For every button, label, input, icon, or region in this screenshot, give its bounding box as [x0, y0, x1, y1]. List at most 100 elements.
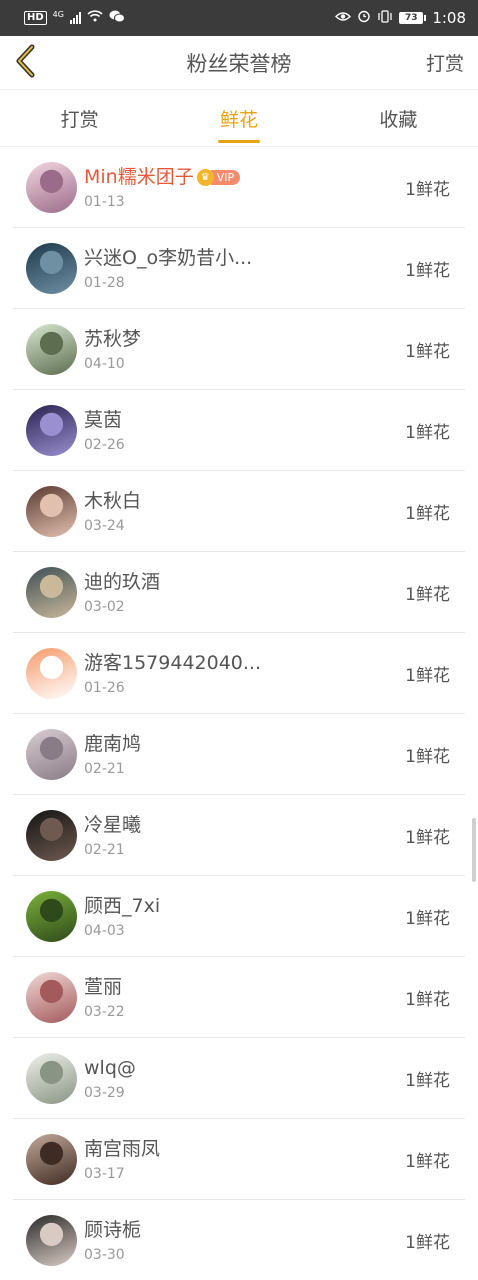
signal-icon — [69, 12, 81, 24]
fan-name[interactable]: 顾诗栀 — [84, 1218, 141, 1242]
fan-info: 苏秋梦 04-10 — [84, 327, 405, 372]
fan-info: 南宫雨凤 03-17 — [84, 1137, 405, 1182]
fan-name[interactable]: 顾西_7xi — [84, 894, 160, 918]
gift-date: 03-22 — [84, 1004, 125, 1020]
gift-date: 01-13 — [84, 194, 125, 210]
fan-name[interactable]: 萱丽 — [84, 975, 122, 999]
fan-name[interactable]: Min糯米团子 — [84, 165, 194, 189]
list-item[interactable]: 兴迷O_o李奶昔小... 01-28 1鲜花 — [0, 228, 478, 309]
gift-date: 03-30 — [84, 1247, 125, 1263]
status-bar: HD 4G 73 1:08 — [0, 0, 478, 36]
name-row: 木秋白 — [84, 489, 405, 513]
fan-name[interactable]: 苏秋梦 — [84, 327, 141, 351]
scrollbar[interactable] — [472, 818, 476, 882]
list-item[interactable]: 迪的玖酒 03-02 1鲜花 — [0, 552, 478, 633]
back-button[interactable] — [0, 36, 50, 90]
name-row: 鹿南鸠 — [84, 732, 405, 756]
name-row: 莫茵 — [84, 408, 405, 432]
avatar[interactable] — [26, 729, 77, 780]
flower-count: 1鲜花 — [405, 180, 450, 200]
list-item[interactable]: wlq@ 03-29 1鲜花 — [0, 1038, 478, 1119]
list-item[interactable]: 木秋白 03-24 1鲜花 — [0, 471, 478, 552]
gift-date: 03-24 — [84, 518, 125, 534]
vibrate-icon — [377, 9, 393, 27]
list-item[interactable]: Min糯米团子 ♛ VIP 01-13 1鲜花 — [0, 147, 478, 228]
flower-count: 1鲜花 — [405, 423, 450, 443]
avatar[interactable] — [26, 648, 77, 699]
fan-name[interactable]: 南宫雨凤 — [84, 1137, 160, 1161]
fan-info: 鹿南鸠 02-21 — [84, 732, 405, 777]
avatar[interactable] — [26, 405, 77, 456]
avatar[interactable] — [26, 324, 77, 375]
avatar[interactable] — [26, 1053, 77, 1104]
list-item[interactable]: 南宫雨凤 03-17 1鲜花 — [0, 1119, 478, 1200]
name-row: 顾西_7xi — [84, 894, 405, 918]
flower-count: 1鲜花 — [405, 504, 450, 524]
gift-date: 03-17 — [84, 1166, 125, 1182]
tab-flowers[interactable]: 鲜花 — [159, 90, 318, 146]
gift-date: 02-26 — [84, 437, 125, 453]
name-row: Min糯米团子 ♛ VIP — [84, 165, 405, 189]
fan-ranking-list: Min糯米团子 ♛ VIP 01-13 1鲜花 兴迷O_o李奶昔小... 01-28 1鲜花苏… — [0, 147, 478, 1280]
fan-info: 迪的玖酒 03-02 — [84, 570, 405, 615]
avatar[interactable] — [26, 1215, 77, 1266]
avatar[interactable] — [26, 891, 77, 942]
list-item[interactable]: 顾诗栀 03-30 1鲜花 — [0, 1200, 478, 1280]
avatar[interactable] — [26, 972, 77, 1023]
fan-name[interactable]: 鹿南鸠 — [84, 732, 141, 756]
battery-level: 73 — [399, 12, 424, 24]
list-item[interactable]: 苏秋梦 04-10 1鲜花 — [0, 309, 478, 390]
vip-label: VIP — [210, 169, 241, 185]
reward-button[interactable]: 打赏 — [426, 49, 478, 76]
battery-icon: 73 — [399, 12, 427, 24]
gift-date: 03-02 — [84, 599, 125, 615]
fan-info: 木秋白 03-24 — [84, 489, 405, 534]
avatar[interactable] — [26, 1134, 77, 1185]
avatar[interactable] — [26, 243, 77, 294]
avatar[interactable] — [26, 810, 77, 861]
network-type-label: 4G — [52, 9, 64, 19]
name-row: 苏秋梦 — [84, 327, 405, 351]
name-row: 萱丽 — [84, 975, 405, 999]
fan-info: 莫茵 02-26 — [84, 408, 405, 453]
name-row: 游客1579442040... — [84, 651, 405, 675]
wechat-icon — [109, 10, 125, 27]
fan-name[interactable]: 冷星曦 — [84, 813, 141, 837]
fan-name[interactable]: 莫茵 — [84, 408, 122, 432]
fan-info: 顾西_7xi 04-03 — [84, 894, 405, 939]
fan-name[interactable]: 木秋白 — [84, 489, 141, 513]
fan-info: 冷星曦 02-21 — [84, 813, 405, 858]
gift-date: 01-28 — [84, 275, 125, 291]
gift-date: 04-10 — [84, 356, 125, 372]
fan-name[interactable]: 迪的玖酒 — [84, 570, 160, 594]
clock-time: 1:08 — [432, 9, 466, 27]
fan-name[interactable]: wlq@ — [84, 1056, 136, 1080]
list-item[interactable]: 萱丽 03-22 1鲜花 — [0, 957, 478, 1038]
name-row: 迪的玖酒 — [84, 570, 405, 594]
name-row: 顾诗栀 — [84, 1218, 405, 1242]
tab-favorites[interactable]: 收藏 — [319, 90, 478, 146]
fan-name[interactable]: 兴迷O_o李奶昔小... — [84, 246, 252, 270]
status-bar-right: 73 1:08 — [335, 9, 466, 27]
name-row: 冷星曦 — [84, 813, 405, 837]
list-item[interactable]: 游客1579442040... 01-26 1鲜花 — [0, 633, 478, 714]
list-item[interactable]: 顾西_7xi 04-03 1鲜花 — [0, 876, 478, 957]
list-item[interactable]: 鹿南鸠 02-21 1鲜花 — [0, 714, 478, 795]
fan-info: 萱丽 03-22 — [84, 975, 405, 1020]
avatar[interactable] — [26, 567, 77, 618]
flower-count: 1鲜花 — [405, 261, 450, 281]
flower-count: 1鲜花 — [405, 1071, 450, 1091]
avatar[interactable] — [26, 486, 77, 537]
name-row: wlq@ — [84, 1056, 405, 1080]
avatar[interactable] — [26, 162, 77, 213]
flower-count: 1鲜花 — [405, 585, 450, 605]
tab-reward[interactable]: 打赏 — [0, 90, 159, 146]
flower-count: 1鲜花 — [405, 666, 450, 686]
flower-count: 1鲜花 — [405, 1233, 450, 1253]
crown-icon: ♛ — [196, 168, 214, 186]
chevron-left-icon — [13, 44, 37, 82]
fan-info: wlq@ 03-29 — [84, 1056, 405, 1101]
list-item[interactable]: 冷星曦 02-21 1鲜花 — [0, 795, 478, 876]
fan-name[interactable]: 游客1579442040... — [84, 651, 261, 675]
list-item[interactable]: 莫茵 02-26 1鲜花 — [0, 390, 478, 471]
